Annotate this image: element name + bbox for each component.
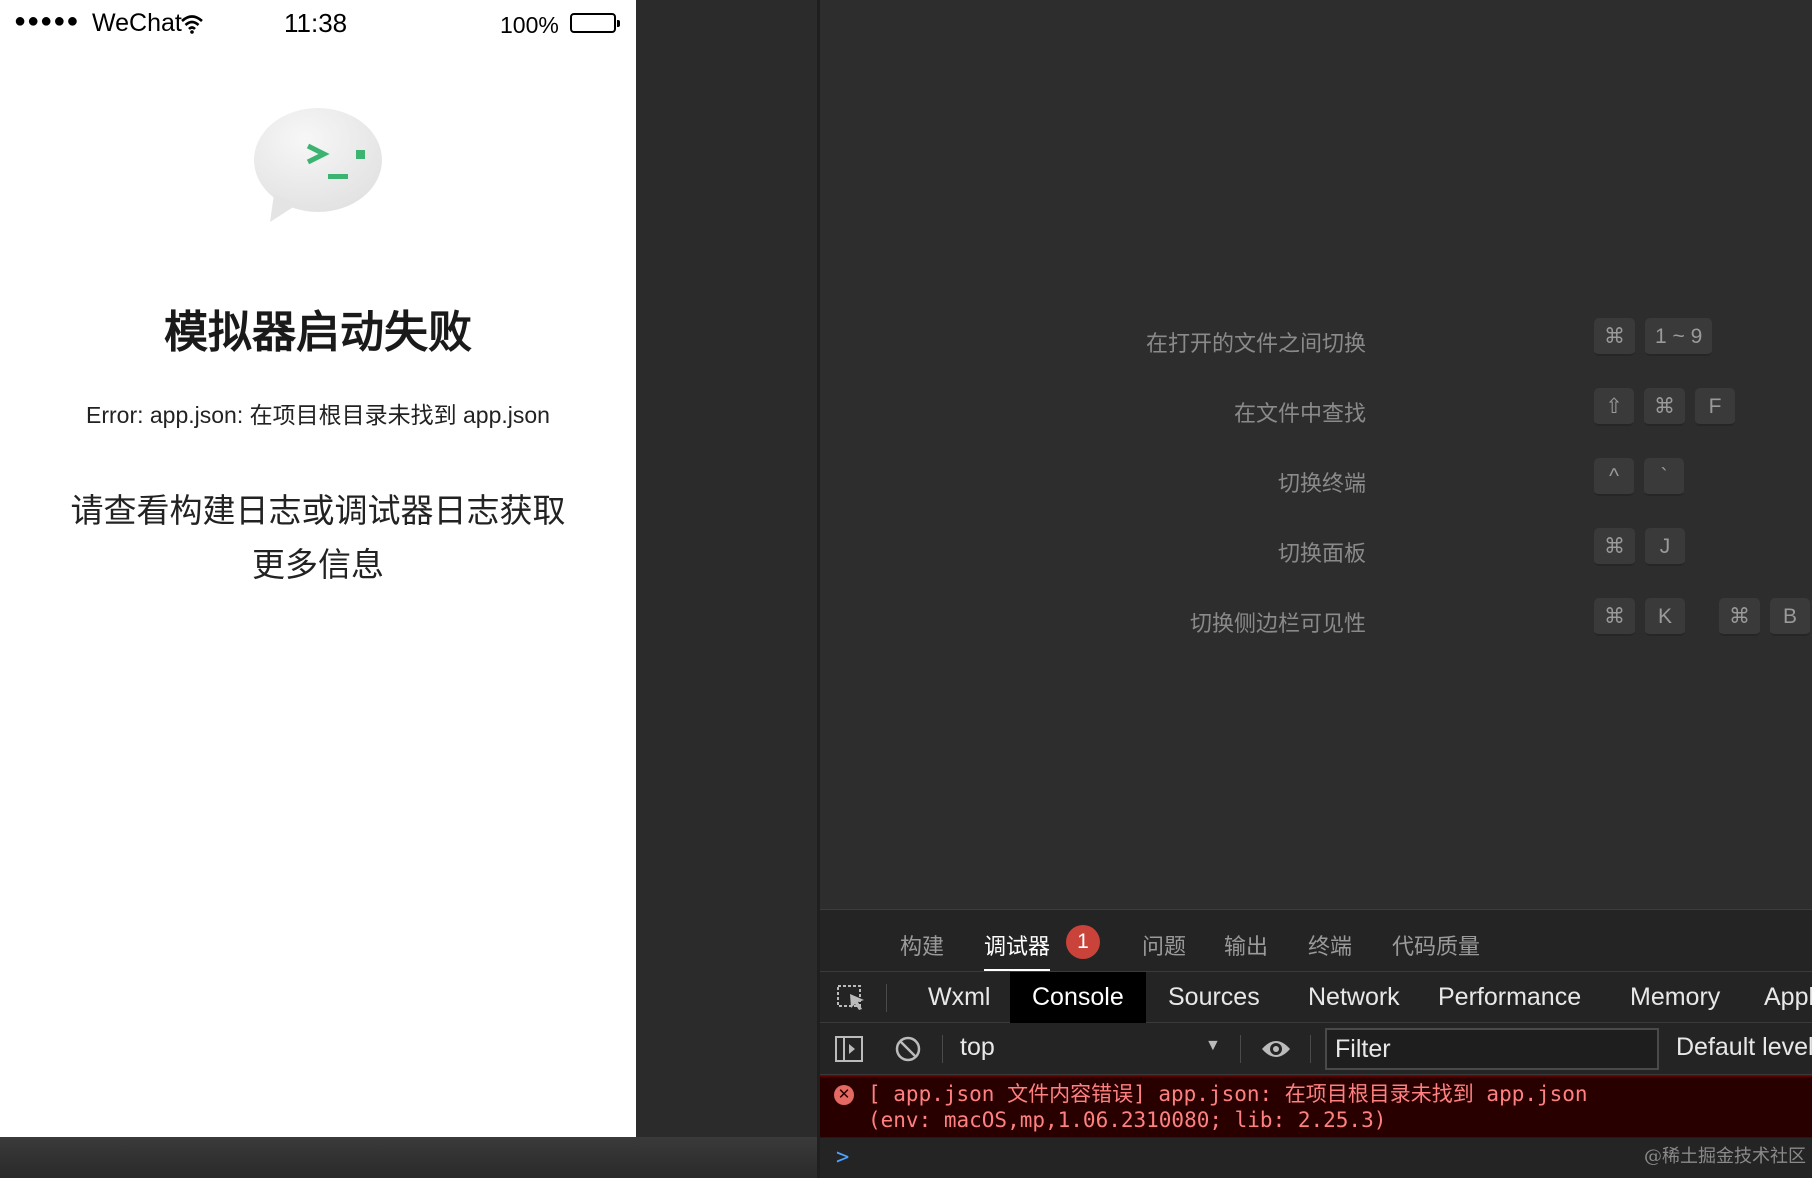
panel-tab-bar: 构建 调试器 1 问题 输出 终端 代码质量: [820, 909, 1812, 971]
clear-console-icon[interactable]: [894, 1035, 922, 1068]
shortcut-label: 切换终端: [1277, 472, 1366, 497]
terminal-bubble-icon: [250, 104, 386, 229]
error-text-line-2: (env: macOS,mp,1.06.2310080; lib: 2.25.3…: [868, 1108, 1387, 1132]
console-filter-input[interactable]: [1325, 1028, 1659, 1070]
error-text-line-1: [ app.json 文件内容错误] app.json: 在项目根目录未找到 a…: [868, 1082, 1588, 1106]
key-cap: ⌘: [1719, 598, 1760, 636]
devtools-tab-bar: Wxml Console Sources Network Performance…: [820, 971, 1812, 1024]
key-cap: B: [1770, 598, 1810, 636]
devtools-tab-performance[interactable]: Performance: [1416, 972, 1603, 1024]
shortcut-label: 切换侧边栏可见性: [1189, 612, 1366, 637]
error-icon: ✕: [834, 1085, 854, 1105]
signal-icon: ●●●●●: [14, 10, 80, 32]
key-cap: F: [1695, 388, 1735, 426]
shortcut-row: 在文件中查找 ⇧ ⌘ F: [1200, 388, 1812, 432]
key-cap: ⌘: [1594, 318, 1635, 356]
carrier-label: WeChat: [92, 9, 182, 37]
tab-debugger[interactable]: 调试器: [984, 929, 1051, 971]
devtools-tab-application[interactable]: Appl: [1742, 972, 1812, 1024]
simulator-bottom-bar: [0, 1137, 817, 1178]
devtools-tab-memory[interactable]: Memory: [1608, 972, 1742, 1024]
sidebar-toggle-icon[interactable]: [834, 1035, 864, 1068]
console-error-text: [ app.json 文件内容错误] app.json: 在项目根目录未找到 a…: [868, 1081, 1588, 1133]
key-cap: ⌘: [1644, 388, 1685, 426]
key-cap: 1 ~ 9: [1645, 318, 1713, 356]
key-cap: ⌘: [1594, 598, 1635, 636]
status-bar: ●●●●● WeChat 11:38 100%: [0, 0, 636, 46]
key-cap: ^: [1594, 458, 1634, 496]
key-cap: ⇧: [1594, 388, 1634, 426]
inspect-element-icon[interactable]: [836, 984, 868, 1012]
shortcut-label: 切换面板: [1277, 542, 1366, 567]
tab-output[interactable]: 输出: [1224, 929, 1268, 961]
devtools-tab-wxml[interactable]: Wxml: [906, 972, 1012, 1024]
clock: 11:38: [284, 8, 348, 38]
key-cap: ⌘: [1594, 528, 1635, 566]
debugger-error-badge: 1: [1066, 925, 1100, 959]
key-cap: J: [1645, 528, 1685, 566]
shortcut-row: 切换面板 ⌘ J: [1200, 528, 1812, 572]
battery-percent: 100%: [500, 12, 559, 38]
key-cap: K: [1645, 598, 1685, 636]
context-selector[interactable]: top: [960, 1033, 995, 1062]
error-title: 模拟器启动失败: [164, 307, 472, 358]
shortcut-row: 切换终端 ^ `: [1200, 458, 1812, 502]
tab-terminal[interactable]: 终端: [1308, 929, 1352, 961]
error-hint: 请查看构建日志或调试器日志获取 更多信息: [50, 484, 586, 592]
bottom-panel: 构建 调试器 1 问题 输出 终端 代码质量 Wxml Console Sour…: [820, 909, 1812, 1178]
tab-code-quality[interactable]: 代码质量: [1392, 929, 1480, 961]
eye-icon[interactable]: [1260, 1037, 1292, 1066]
chevron-down-icon[interactable]: ▼: [1205, 1037, 1221, 1055]
console-toolbar: top ▼ Default levels: [820, 1023, 1812, 1075]
devtools-tab-console[interactable]: Console: [1010, 972, 1146, 1024]
console-error-message: ✕ [ app.json 文件内容错误] app.json: 在项目根目录未找到…: [820, 1076, 1812, 1138]
error-hint-line-1: 请查看构建日志或调试器日志获取: [70, 491, 566, 530]
shortcut-row: 在打开的文件之间切换 ⌘ 1 ~ 9: [1146, 318, 1812, 362]
tab-problems[interactable]: 问题: [1142, 929, 1186, 961]
error-message: Error: app.json: 在项目根目录未找到 app.json: [86, 402, 550, 428]
console-prompt[interactable]: >: [836, 1145, 849, 1170]
shortcut-label: 在打开的文件之间切换: [1145, 332, 1366, 357]
watermark: @稀土掘金技术社区: [1644, 1146, 1806, 1167]
tab-build[interactable]: 构建: [900, 929, 944, 961]
key-cap: `: [1644, 458, 1684, 496]
simulator-gap: [636, 0, 817, 1137]
log-levels-dropdown[interactable]: Default levels: [1676, 1033, 1812, 1062]
shortcut-row: 切换侧边栏可见性 ⌘ K ⌘ B: [1190, 598, 1812, 642]
devtools-tab-sources[interactable]: Sources: [1146, 972, 1282, 1024]
devtools-tab-network[interactable]: Network: [1286, 972, 1422, 1024]
error-hint-line-2: 更多信息: [252, 545, 384, 584]
simulator-screen: ●●●●● WeChat 11:38 100% 模拟器启动失败 Error: a…: [0, 0, 636, 1137]
wifi-icon: [180, 14, 204, 39]
shortcut-label: 在文件中查找: [1233, 402, 1366, 427]
battery-icon: [570, 13, 620, 33]
